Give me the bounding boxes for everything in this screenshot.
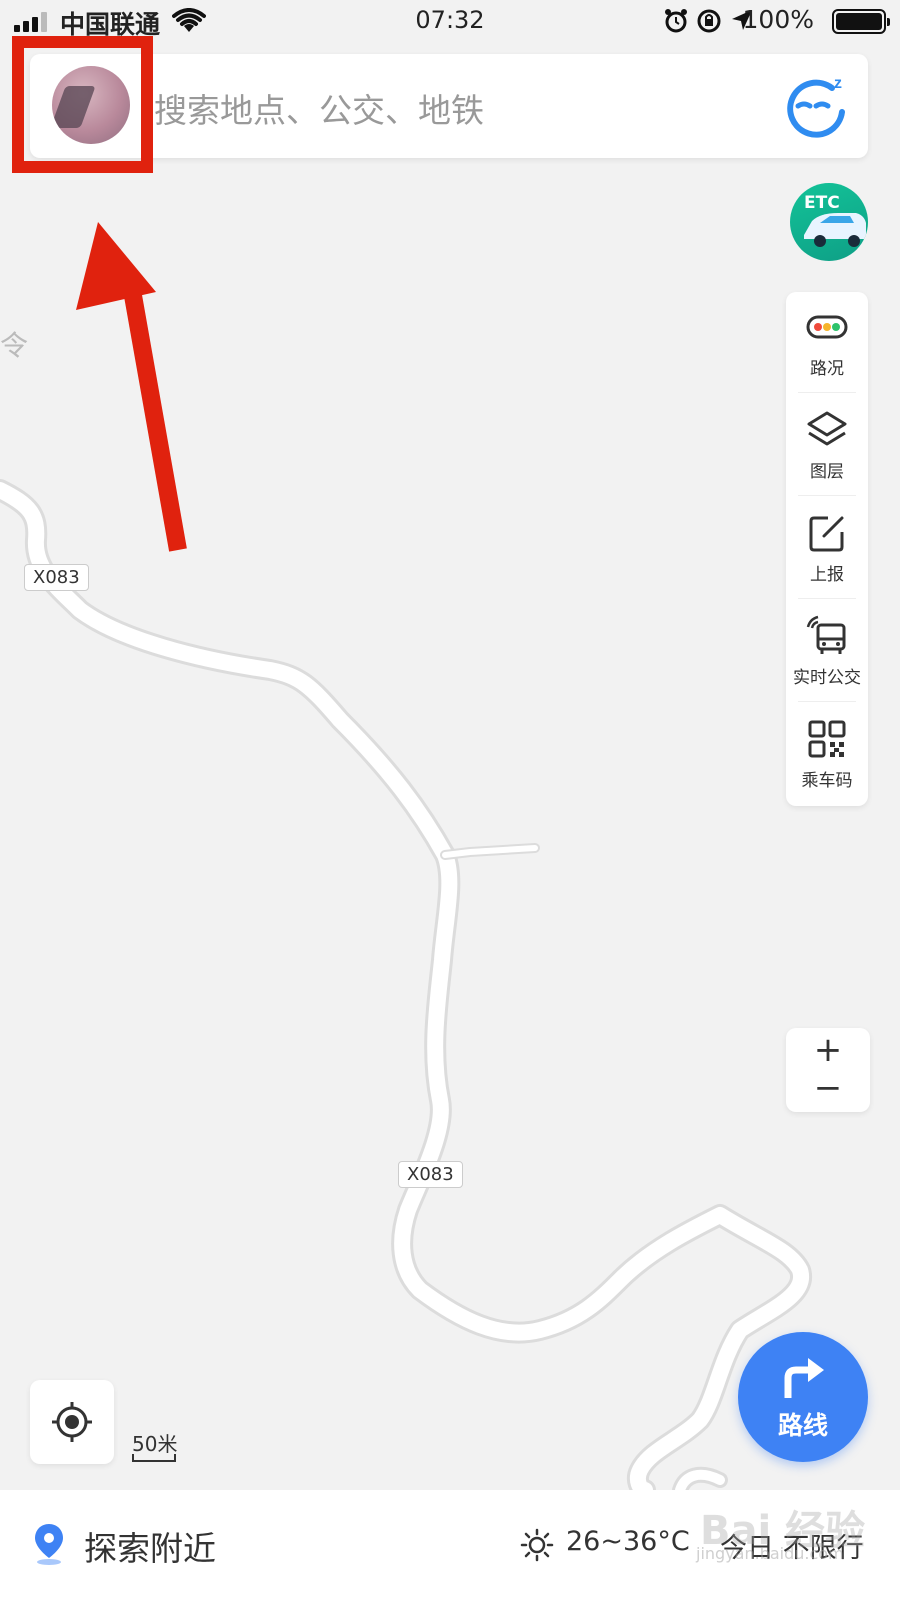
tool-label: 乘车码 — [801, 771, 853, 791]
search-bar[interactable]: 搜索地点、公交、地铁 z — [30, 54, 868, 158]
explore-nearby-button[interactable]: 探索附近 — [84, 1522, 216, 1570]
annotation-highlight-box — [12, 36, 153, 173]
etc-button[interactable]: ETC — [790, 183, 868, 261]
road-label: X083 — [398, 1161, 463, 1188]
watermark-url: jingyan.baidu.com — [696, 1544, 844, 1563]
map-scale-bar — [132, 1454, 176, 1462]
tool-label: 图层 — [810, 462, 844, 482]
rotation-lock-icon — [697, 9, 721, 33]
search-input[interactable]: 搜索地点、公交、地铁 — [154, 84, 484, 132]
sun-icon — [520, 1528, 554, 1562]
map-scale-label: 50米 — [132, 1432, 178, 1456]
tool-label: 路况 — [810, 359, 844, 379]
tool-realtime-bus[interactable]: 实时公交 — [786, 601, 868, 705]
locate-me-button[interactable] — [30, 1380, 114, 1464]
zoom-in-button[interactable]: + — [786, 1028, 870, 1070]
battery-percent: 100% — [742, 5, 814, 34]
map-place-label: 令 — [0, 329, 29, 362]
weather-temperature[interactable]: 26~36°C — [566, 1526, 690, 1557]
location-pin-icon — [35, 1524, 63, 1565]
tool-report[interactable]: 上报 — [786, 498, 868, 602]
car-icon — [804, 213, 866, 247]
tool-ride-code[interactable]: 乘车码 — [786, 704, 868, 808]
battery-icon — [832, 9, 890, 34]
map-side-toolbar: 路况 图层 上报 实时公交 乘车码 — [786, 292, 868, 806]
tool-traffic[interactable]: 路况 — [786, 292, 868, 396]
crosshair-icon — [52, 1402, 92, 1442]
route-button[interactable]: 路线 — [738, 1332, 868, 1462]
traffic-light-icon — [806, 315, 848, 339]
zoom-control: + − — [786, 1028, 870, 1112]
zoom-out-button[interactable]: − — [786, 1070, 870, 1112]
route-label: 路线 — [777, 1411, 828, 1440]
tool-layers[interactable]: 图层 — [786, 395, 868, 499]
alarm-icon — [665, 9, 687, 33]
qr-code-icon — [808, 720, 846, 758]
report-edit-icon — [809, 516, 844, 552]
tool-label: 实时公交 — [793, 668, 861, 688]
annotation-arrow — [76, 222, 187, 552]
realtime-bus-icon — [806, 615, 846, 654]
layers-icon — [807, 411, 847, 446]
tool-label: 上报 — [810, 565, 844, 585]
turn-right-arrow-icon — [784, 1358, 824, 1398]
svg-text:z: z — [834, 75, 842, 92]
voice-assistant-icon[interactable]: z — [784, 72, 850, 138]
